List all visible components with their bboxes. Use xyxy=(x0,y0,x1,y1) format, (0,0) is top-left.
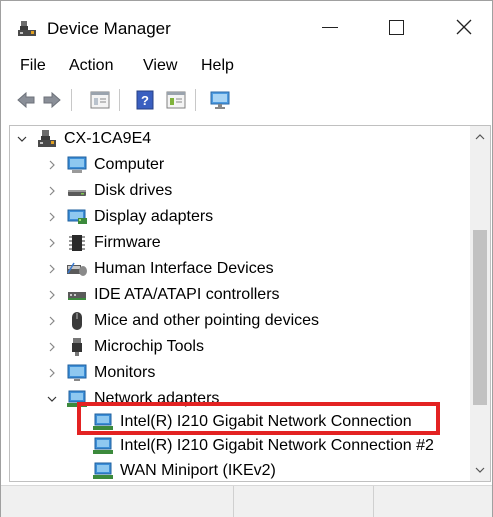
network-adapter-icon xyxy=(93,413,113,430)
network-adapter-icon xyxy=(93,437,113,454)
expand-chevron-icon[interactable] xyxy=(46,178,58,203)
maximize-icon xyxy=(388,19,404,35)
menu-file[interactable]: File xyxy=(20,55,46,77)
menu-bar: File Action View Help xyxy=(1,53,492,79)
tree-item-label: Firmware xyxy=(94,233,161,251)
back-arrow-icon[interactable] xyxy=(15,89,37,111)
tree-item-label: Intel(R) I210 Gigabit Network Connection… xyxy=(120,436,434,454)
expand-chevron-icon[interactable] xyxy=(46,334,58,359)
maximize-button[interactable] xyxy=(373,7,419,47)
svg-text:?: ? xyxy=(141,93,149,108)
forward-arrow-icon[interactable] xyxy=(41,89,63,111)
expand-chevron-icon[interactable] xyxy=(46,152,58,177)
firmware-icon xyxy=(69,234,85,251)
expand-chevron-icon[interactable] xyxy=(46,360,58,385)
tree-item-label: Microchip Tools xyxy=(94,337,204,355)
toolbar-separator xyxy=(71,89,72,111)
tree-item-disk-drives[interactable]: Disk drives xyxy=(46,178,172,203)
tree-item-label: Network adapters xyxy=(94,389,220,407)
tree-root[interactable]: CX-1CA9E4 xyxy=(16,126,151,151)
expand-chevron-icon[interactable] xyxy=(46,308,58,333)
properties-icon[interactable] xyxy=(89,89,111,111)
expand-chevron-icon[interactable] xyxy=(46,230,58,255)
tree-item-wan-miniport[interactable]: WAN Miniport (IKEv2) xyxy=(92,458,276,481)
collapse-chevron-icon[interactable] xyxy=(46,386,58,411)
device-manager-icon xyxy=(18,21,36,36)
toolbar: ? xyxy=(1,83,492,117)
vertical-scrollbar[interactable] xyxy=(470,125,491,482)
scroll-up-button[interactable] xyxy=(470,128,490,146)
close-icon xyxy=(456,19,472,35)
tree-item-human-interface-devices[interactable]: Human Interface Devices xyxy=(46,256,274,281)
expand-chevron-icon[interactable] xyxy=(46,204,58,229)
tree-item-label: Monitors xyxy=(94,363,156,381)
monitor-icon xyxy=(67,364,87,381)
tree-item-intel-i210[interactable]: Intel(R) I210 Gigabit Network Connection xyxy=(92,409,412,434)
scroll-thumb[interactable] xyxy=(473,230,487,405)
tree-item-firmware[interactable]: Firmware xyxy=(46,230,161,255)
collapse-chevron-icon[interactable] xyxy=(16,126,28,151)
network-adapter-icon xyxy=(93,462,113,479)
menu-help[interactable]: Help xyxy=(201,55,234,77)
help-icon[interactable]: ? xyxy=(134,89,156,111)
device-manager-window: Device Manager File Action View Help ? C… xyxy=(0,0,493,517)
status-bar xyxy=(1,485,492,517)
tree-item-label: Computer xyxy=(94,155,165,173)
tree-item-label: IDE ATA/ATAPI controllers xyxy=(94,285,280,303)
ide-controller-icon xyxy=(68,291,86,300)
microchip-tools-icon xyxy=(72,337,82,356)
scroll-down-button[interactable] xyxy=(470,461,490,479)
toolbar-separator xyxy=(119,89,120,111)
computer-icon xyxy=(67,156,87,173)
mouse-icon xyxy=(72,311,82,330)
tree-item-microchip-tools[interactable]: Microchip Tools xyxy=(46,334,204,359)
tree-item-label: Mice and other pointing devices xyxy=(94,311,320,329)
menu-action[interactable]: Action xyxy=(69,55,113,77)
tree-item-label: Display adapters xyxy=(94,207,214,225)
network-adapter-icon xyxy=(67,390,87,407)
window-title: Device Manager xyxy=(47,19,171,38)
tree-item-network-adapters[interactable]: Network adapters xyxy=(46,386,219,411)
root-label: CX-1CA9E4 xyxy=(64,129,152,147)
hid-icon xyxy=(67,262,87,276)
chevron-up-icon xyxy=(475,134,485,140)
tree-item-ide-controllers[interactable]: IDE ATA/ATAPI controllers xyxy=(46,282,280,307)
menu-view[interactable]: View xyxy=(143,55,177,77)
expand-chevron-icon[interactable] xyxy=(46,282,58,307)
tree-item-label: Intel(R) I210 Gigabit Network Connection xyxy=(120,412,412,430)
minimize-icon xyxy=(322,26,338,28)
tree-item-label: WAN Miniport (IKEv2) xyxy=(120,461,276,479)
monitor-scan-icon[interactable] xyxy=(209,89,231,111)
tree-item-mice[interactable]: Mice and other pointing devices xyxy=(46,308,319,333)
status-pane xyxy=(233,486,374,517)
tree-item-label: Disk drives xyxy=(94,181,173,199)
disk-drive-icon xyxy=(68,189,86,196)
expand-chevron-icon[interactable] xyxy=(46,256,58,281)
chevron-down-icon xyxy=(475,467,485,473)
computer-root-icon xyxy=(38,129,56,147)
tree-item-computer[interactable]: Computer xyxy=(46,152,164,177)
tree-item-intel-i210-2[interactable]: Intel(R) I210 Gigabit Network Connection… xyxy=(92,433,434,458)
minimize-button[interactable] xyxy=(307,7,353,47)
tree-item-display-adapters[interactable]: Display adapters xyxy=(46,204,213,229)
device-tree[interactable]: CX-1CA9E4 Computer Disk drives Display a… xyxy=(9,125,470,482)
tree-item-label: Human Interface Devices xyxy=(94,259,274,277)
display-adapter-icon xyxy=(67,209,87,224)
update-driver-icon[interactable] xyxy=(165,89,187,111)
title-bar[interactable]: Device Manager xyxy=(1,1,492,51)
tree-item-monitors[interactable]: Monitors xyxy=(46,360,155,385)
close-button[interactable] xyxy=(441,7,487,47)
toolbar-separator xyxy=(195,89,196,111)
status-pane xyxy=(1,486,234,517)
